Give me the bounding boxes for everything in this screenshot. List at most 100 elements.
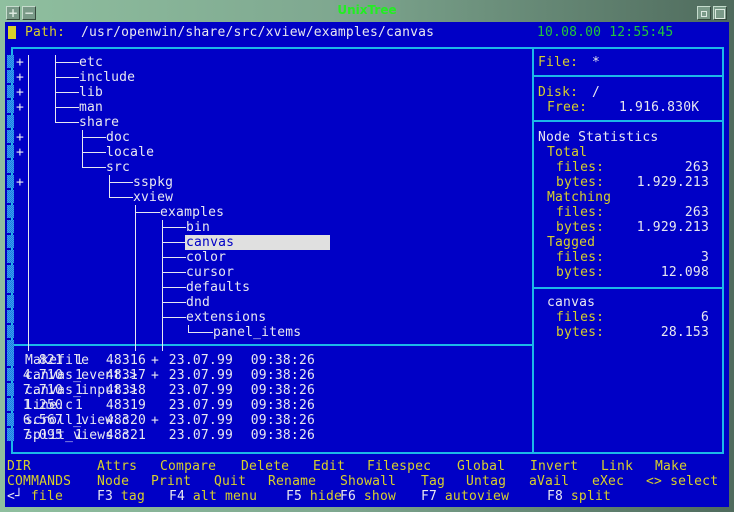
- matching-bytes-label: bytes:: [556, 220, 605, 235]
- file-row[interactable]: line.c 1.250 1 48319 23.07.99 09:38:26: [5, 398, 525, 413]
- expand-indicator[interactable]: +: [16, 85, 24, 100]
- tag-marker[interactable]: [7, 115, 14, 128]
- tag-marker[interactable]: [7, 145, 14, 158]
- expand-indicator[interactable]: +: [16, 70, 24, 85]
- menu-item-compare[interactable]: Compare: [160, 459, 216, 474]
- file-links: 1: [74, 383, 83, 398]
- file-row[interactable]: Makefile +821 1 48316 23.07.99 09:38:26: [5, 353, 525, 368]
- tree-branch: [162, 272, 186, 273]
- menu-item-select[interactable]: <> select: [646, 474, 718, 489]
- tree-trunk: [109, 175, 110, 198]
- shortcut-key: <┘: [7, 489, 24, 504]
- shortcut-label: file: [30, 489, 63, 504]
- tree-node[interactable]: panel_items: [213, 325, 301, 340]
- tree-node[interactable]: dnd: [186, 295, 210, 310]
- tag-marker[interactable]: [7, 85, 14, 98]
- tree-node[interactable]: bin: [186, 220, 210, 235]
- shortcut-autoview[interactable]: F7 autoview: [421, 489, 509, 504]
- maximize-icon[interactable]: [713, 6, 727, 20]
- menu-item-node[interactable]: Node: [97, 474, 129, 489]
- minimize-icon[interactable]: [697, 6, 711, 20]
- tree-node[interactable]: sspkg: [133, 175, 173, 190]
- tree-node[interactable]: color: [186, 250, 226, 265]
- tree-node[interactable]: defaults: [186, 280, 250, 295]
- expand-indicator[interactable]: +: [16, 130, 24, 145]
- tree-node[interactable]: canvas: [186, 235, 234, 250]
- expand-indicator[interactable]: +: [16, 100, 24, 115]
- file-size: 4.710: [22, 368, 63, 383]
- tree-node[interactable]: locale: [106, 145, 154, 160]
- tag-marker[interactable]: [7, 175, 14, 188]
- tag-marker[interactable]: [7, 310, 14, 323]
- title-bar[interactable]: + − UnixTree: [0, 0, 734, 22]
- tree-node[interactable]: etc: [79, 55, 103, 70]
- tree-node[interactable]: xview: [133, 190, 173, 205]
- tag-marker[interactable]: [7, 160, 14, 173]
- info-divider-1: [532, 75, 724, 77]
- shortcut-split[interactable]: F8 split: [547, 489, 611, 504]
- menu-item-untag[interactable]: Untag: [466, 474, 506, 489]
- tag-marker[interactable]: [7, 220, 14, 233]
- file-row[interactable]: canvas_event.> +4.710 1 48317 23.07.99 09:38:…: [5, 368, 525, 383]
- dir-name: canvas: [547, 295, 596, 310]
- tree-node[interactable]: extensions: [186, 310, 266, 325]
- file-inode: 48320: [105, 413, 146, 428]
- tag-marker[interactable]: [7, 130, 14, 143]
- expand-indicator[interactable]: +: [16, 175, 24, 190]
- expand-indicator[interactable]: +: [16, 145, 24, 160]
- menu-item-link[interactable]: Link: [601, 459, 633, 474]
- menu-item-delete[interactable]: Delete: [241, 459, 289, 474]
- menu-item-invert[interactable]: Invert: [530, 459, 578, 474]
- tree-node[interactable]: share: [79, 115, 119, 130]
- tree-node[interactable]: cursor: [186, 265, 234, 280]
- menu-item-global[interactable]: Global: [457, 459, 505, 474]
- tag-marker[interactable]: [7, 190, 14, 203]
- tag-marker[interactable]: [7, 55, 14, 68]
- menu-item-avail[interactable]: aVail: [529, 474, 569, 489]
- tag-marker[interactable]: [7, 325, 14, 338]
- menu-item-edit[interactable]: Edit: [313, 459, 345, 474]
- tag-marker[interactable]: [7, 295, 14, 308]
- file-row[interactable]: canvas_input.> 7.710 1 48318 23.07.99 09:38:2…: [5, 383, 525, 398]
- tree-branch: [55, 77, 79, 78]
- shortcut-show[interactable]: F6 show: [340, 489, 396, 504]
- tag-marker[interactable]: [7, 205, 14, 218]
- shortcut-file[interactable]: <┘ file: [7, 489, 63, 504]
- menu-item-print[interactable]: Print: [151, 474, 191, 489]
- menu-item-tag[interactable]: Tag: [421, 474, 445, 489]
- cursor-block: [8, 26, 16, 39]
- menu-item-exec[interactable]: eXec: [592, 474, 624, 489]
- tag-marker[interactable]: [7, 280, 14, 293]
- shortcut-label: tag: [120, 489, 145, 504]
- tag-marker[interactable]: [7, 235, 14, 248]
- shortcut-hide[interactable]: F5 hide: [286, 489, 342, 504]
- file-flag: +: [151, 413, 160, 428]
- menu-item-showall[interactable]: Showall: [340, 474, 396, 489]
- tagged-files-label: files:: [556, 250, 605, 265]
- tree-node[interactable]: examples: [160, 205, 224, 220]
- tree-node[interactable]: lib: [79, 85, 103, 100]
- expand-indicator[interactable]: +: [16, 55, 24, 70]
- menu-item-make[interactable]: Make: [655, 459, 687, 474]
- tree-node[interactable]: include: [79, 70, 135, 85]
- tree-node[interactable]: man: [79, 100, 103, 115]
- tag-marker[interactable]: [7, 265, 14, 278]
- tag-marker[interactable]: [7, 70, 14, 83]
- matching-files-label: files:: [556, 205, 605, 220]
- menu-item-quit[interactable]: Quit: [214, 474, 246, 489]
- shortcut-tag[interactable]: F3 tag: [97, 489, 145, 504]
- file-size: 1.250: [22, 398, 63, 413]
- tag-marker[interactable]: [7, 340, 14, 353]
- shortcut-alt-menu[interactable]: F4 alt menu: [169, 489, 257, 504]
- tree-node[interactable]: doc: [106, 130, 130, 145]
- file-row[interactable]: scroll_view.c +6.567 1 48320 23.07.99 09:38:2…: [5, 413, 525, 428]
- menu-item-filespec[interactable]: Filespec: [367, 459, 431, 474]
- tag-marker[interactable]: [7, 100, 14, 113]
- file-row[interactable]: split_views.c 7.095 1 48321 23.07.99 09:38:26: [5, 428, 525, 443]
- tree-node[interactable]: src: [106, 160, 130, 175]
- shortcut-key: F4: [169, 489, 186, 504]
- menu-item-attrs[interactable]: Attrs: [97, 459, 137, 474]
- menu-item-rename[interactable]: Rename: [268, 474, 316, 489]
- matching-label: Matching: [547, 190, 612, 205]
- tag-marker[interactable]: [7, 250, 14, 263]
